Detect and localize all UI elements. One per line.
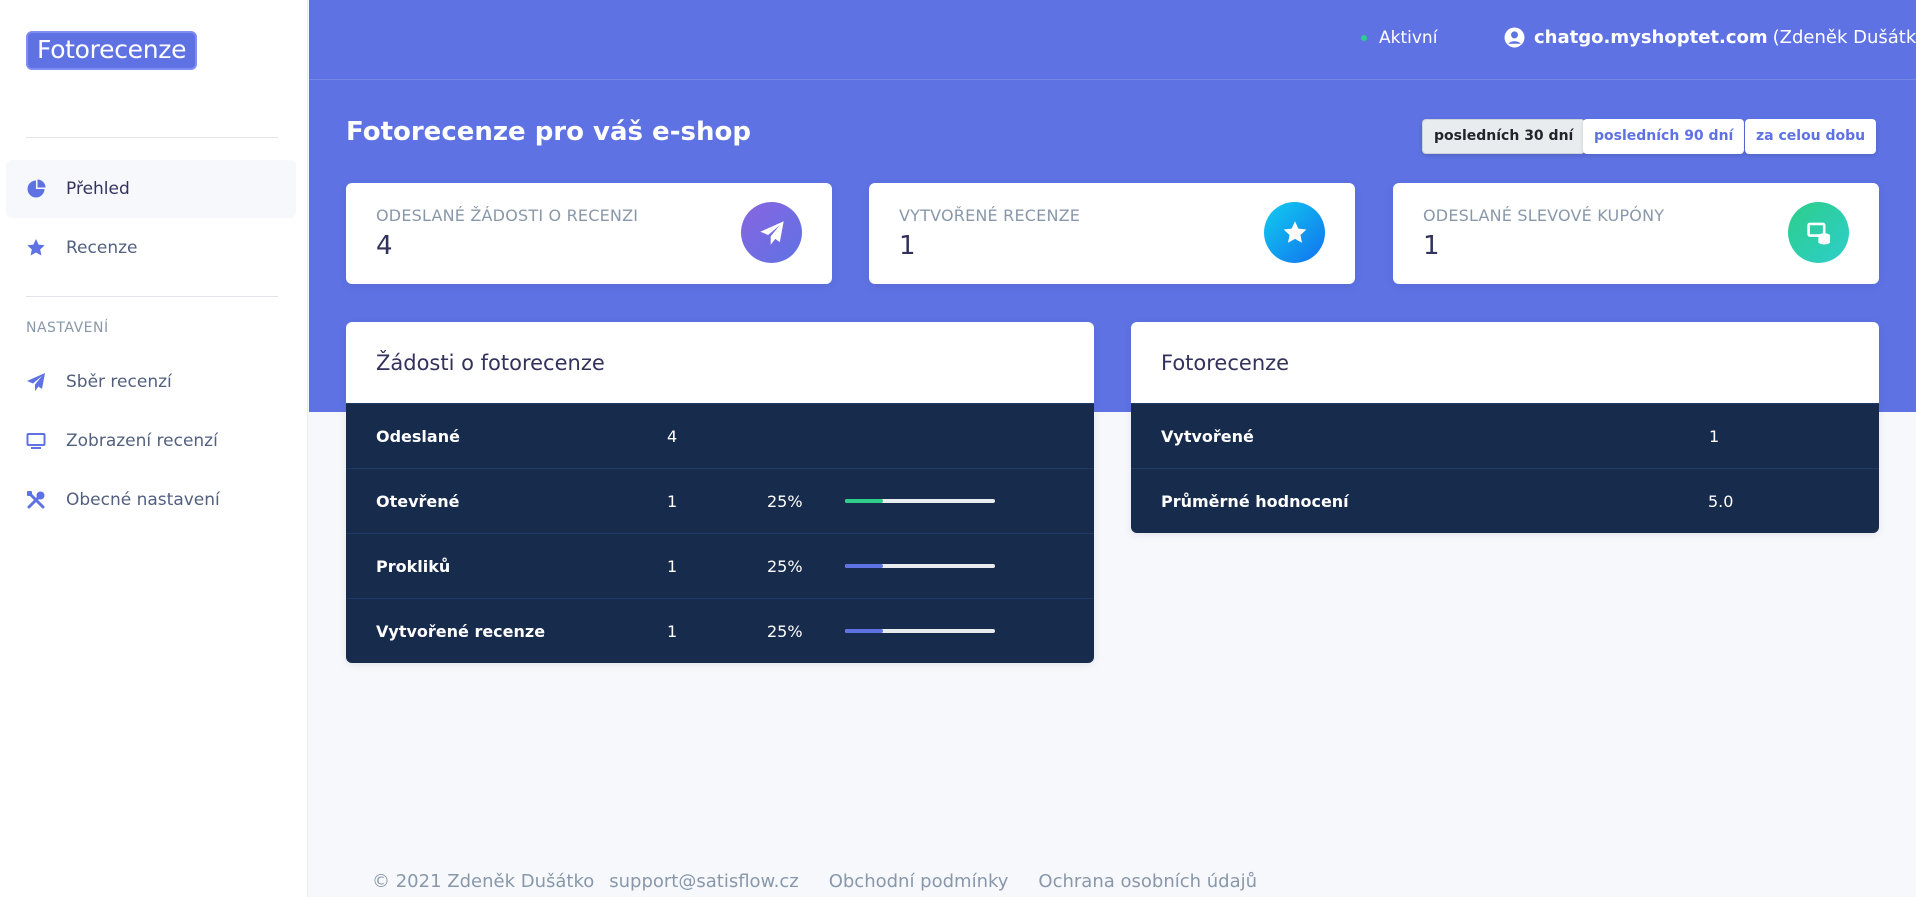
progress-fill [845,629,883,633]
stat-card-sent-requests: Odeslané žádosti o recenzi 4 [346,183,832,284]
row-value: 5.0 [1708,491,1734,511]
pie-chart-icon [26,179,46,199]
row-label: Průměrné hodnocení [1161,491,1349,511]
status-label: Aktivní [1379,28,1438,48]
shop-status: Aktivní [1361,28,1437,48]
stat-value: 4 [376,231,393,261]
requests-panel: Žádosti o fotorecenze Odeslané 4 Otevřen… [346,322,1094,663]
sidebar-divider [26,137,278,138]
stat-title: Odeslané slevové kupóny [1423,206,1665,225]
brand-logo[interactable]: Fotorecenze [26,31,198,70]
footer-copyright: © 2021 Zdeněk Dušátko [372,871,595,892]
panel-title: Žádosti o fotorecenze [376,350,605,375]
stat-title: Vytvořené recenze [899,206,1081,225]
row-label: Prokliků [376,556,451,576]
table-row: Otevřené 1 25% [346,468,1094,533]
stat-value: 1 [899,231,916,261]
paper-plane-icon [26,372,46,392]
page-title: Fotorecenze pro váš e-shop [346,117,751,147]
progress-fill [845,564,883,568]
row-percent: 25% [767,621,803,641]
table-row: Odeslané 4 [346,403,1094,468]
reviews-panel: Fotorecenze Vytvořené 1 Průměrné hodnoce… [1131,322,1879,533]
progress-bar [845,564,995,568]
range-30-days-button[interactable]: posledních 30 dní [1422,119,1586,154]
row-count: 1 [667,491,678,511]
progress-fill [845,499,883,503]
range-all-time-button[interactable]: za celou dobu [1745,119,1877,154]
row-count: 1 [667,556,678,576]
panel-title: Fotorecenze [1161,350,1290,375]
monitor-icon [26,431,46,451]
row-value: 1 [1709,426,1720,446]
table-row: Průměrné hodnocení 5.0 [1131,468,1879,533]
shop-domain: chatgo.myshoptet.com [1534,27,1768,48]
tools-icon [26,490,46,510]
sidebar-item-label: Obecné nastavení [66,490,220,510]
sidebar: Fotorecenze Přehled Recenze NASTAVENÍ Sb… [0,0,308,897]
range-90-days-button[interactable]: posledních 90 dní [1583,119,1745,154]
star-icon [26,238,46,258]
footer-privacy-link[interactable]: Ochrana osobních údajů [1038,871,1257,892]
sidebar-item-label: Recenze [66,238,138,258]
footer-terms-link[interactable]: Obchodní podmínky [829,871,1009,892]
stat-card-created-reviews: Vytvořené recenze 1 [869,183,1355,284]
footer: © 2021 Zdeněk Dušátko support@satisflow.… [372,871,1257,892]
owner-name: (Zdeněk Dušátko) [1772,27,1916,48]
sidebar-heading-settings: NASTAVENÍ [26,320,109,336]
stat-value: 1 [1423,231,1440,261]
star-icon [1264,202,1325,263]
sidebar-item-label: Zobrazení recenzí [66,431,218,451]
table-row: Vytvořené 1 [1131,403,1879,468]
row-label: Vytvořené [1161,426,1254,446]
sidebar-item-label: Sběr recenzí [66,372,172,392]
status-dot-icon [1361,35,1367,41]
sidebar-item-label: Přehled [66,179,130,199]
paper-plane-icon [741,202,802,263]
coins-icon [1788,202,1849,263]
user-menu[interactable]: chatgo.myshoptet.com (Zdeněk Dušátko) [1504,27,1916,48]
footer-support-link[interactable]: support@satisflow.cz [609,871,798,892]
sidebar-item-recenze[interactable]: Recenze [6,219,296,277]
sidebar-item-prehled[interactable]: Přehled [6,160,296,218]
sidebar-item-sber-recenzi[interactable]: Sběr recenzí [6,353,296,411]
user-circle-icon [1504,27,1525,48]
row-percent: 25% [767,491,803,511]
row-count: 4 [667,426,678,446]
row-percent: 25% [767,556,803,576]
row-label: Odeslané [376,426,460,446]
row-count: 1 [667,621,678,641]
sidebar-item-obecne-nastaveni[interactable]: Obecné nastavení [6,471,296,529]
row-label: Vytvořené recenze [376,621,546,641]
table-row: Vytvořené recenze 1 25% [346,598,1094,663]
progress-bar [845,499,995,503]
sidebar-item-zobrazeni-recenzi[interactable]: Zobrazení recenzí [6,412,296,470]
sidebar-divider [26,296,278,297]
stat-title: Odeslané žádosti o recenzi [376,206,639,225]
table-row: Prokliků 1 25% [346,533,1094,598]
stat-card-sent-coupons: Odeslané slevové kupóny 1 [1393,183,1879,284]
progress-bar [845,629,995,633]
row-label: Otevřené [376,491,460,511]
